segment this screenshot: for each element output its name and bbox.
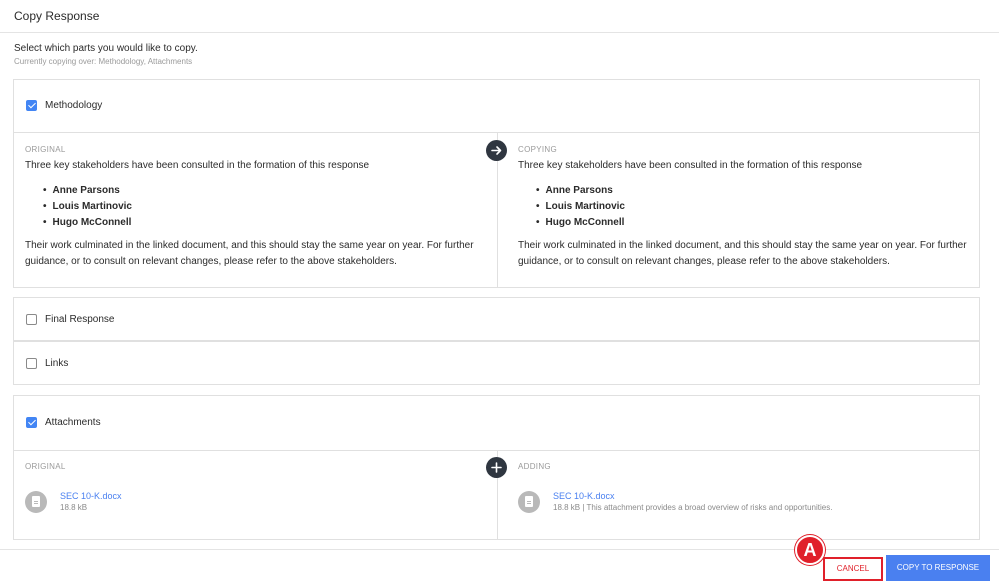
stakeholder-item: Anne Parsons: [536, 183, 972, 199]
original-heading: ORIGINAL: [25, 462, 66, 471]
arrow-right-icon: [486, 140, 507, 161]
stakeholder-item: Louis Martinovic: [536, 199, 972, 215]
adding-heading: ADDING: [518, 462, 551, 471]
adding-attachment[interactable]: SEC 10-K.docx 18.8 kB | This attachment …: [518, 491, 832, 513]
attachments-label: Attachments: [45, 417, 101, 428]
links-card[interactable]: Links: [13, 341, 980, 385]
original-heading: ORIGINAL: [25, 145, 66, 154]
attachment-link[interactable]: SEC 10-K.docx: [60, 491, 122, 501]
intro: Select which parts you would like to cop…: [14, 43, 198, 66]
copying-intro-text: Three key stakeholders have been consult…: [518, 160, 863, 171]
links-label: Links: [45, 358, 69, 369]
original-attachment[interactable]: SEC 10-K.docx 18.8 kB: [25, 491, 122, 513]
methodology-original: ORIGINAL Three key stakeholders have bee…: [25, 133, 487, 287]
original-intro-text: Three key stakeholders have been consult…: [25, 160, 370, 171]
currently-copying-text: Currently copying over: Methodology, Att…: [14, 57, 193, 66]
links-checkbox[interactable]: [26, 358, 37, 369]
methodology-card: Methodology ORIGINAL Three key stakehold…: [13, 79, 980, 288]
methodology-compare: ORIGINAL Three key stakeholders have bee…: [14, 132, 979, 287]
methodology-label: Methodology: [45, 100, 103, 111]
attachment-size-description: 18.8 kB | This attachment provides a bro…: [553, 503, 833, 512]
original-stakeholder-list: Anne Parsons Louis Martinovic Hugo McCon…: [43, 183, 487, 231]
stakeholder-item: Anne Parsons: [43, 183, 487, 199]
attachments-checkbox[interactable]: [26, 417, 37, 428]
stakeholder-item: Hugo McConnell: [536, 215, 972, 231]
attachments-header[interactable]: Attachments: [14, 396, 979, 450]
stakeholder-item: Hugo McConnell: [43, 215, 487, 231]
methodology-checkbox[interactable]: [26, 100, 37, 111]
attachment-link[interactable]: SEC 10-K.docx: [553, 491, 832, 501]
instruction-text: Select which parts you would like to cop…: [14, 43, 198, 54]
dialog-footer: CANCEL COPY TO RESPONSE: [0, 549, 999, 584]
dialog-header: Copy Response: [0, 0, 999, 33]
final-response-label: Final Response: [45, 314, 115, 325]
plus-icon: [486, 457, 507, 478]
attachments-card: Attachments ORIGINAL SEC 10-K.docx 18.8 …: [13, 395, 980, 540]
methodology-header[interactable]: Methodology: [14, 80, 979, 132]
document-icon: [518, 491, 540, 513]
annotation-marker: A: [795, 535, 825, 565]
attachments-compare: ORIGINAL SEC 10-K.docx 18.8 kB ADDING SE…: [14, 450, 979, 539]
cancel-button[interactable]: CANCEL: [823, 557, 883, 581]
final-response-checkbox[interactable]: [26, 314, 37, 325]
dialog-title: Copy Response: [14, 9, 100, 23]
copy-to-response-button[interactable]: COPY TO RESPONSE: [886, 555, 990, 581]
copying-closing-text: Their work culminated in the linked docu…: [518, 240, 967, 267]
attachment-size: 18.8 kB: [60, 503, 88, 512]
methodology-copying: COPYING Three key stakeholders have been…: [518, 133, 972, 287]
final-response-card[interactable]: Final Response: [13, 297, 980, 341]
copying-heading: COPYING: [518, 145, 557, 154]
stakeholder-item: Louis Martinovic: [43, 199, 487, 215]
original-closing-text: Their work culminated in the linked docu…: [25, 240, 474, 267]
copying-stakeholder-list: Anne Parsons Louis Martinovic Hugo McCon…: [536, 183, 972, 231]
document-icon: [25, 491, 47, 513]
